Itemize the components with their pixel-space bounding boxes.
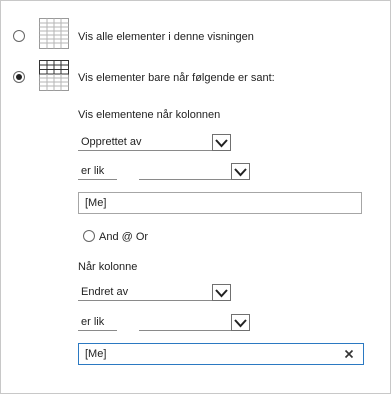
condition-2-operator-value: er lik [81,316,105,328]
show-all-radio[interactable] [13,30,25,42]
chevron-down-icon[interactable] [212,284,231,301]
condition-1-value-input[interactable]: [Me] [78,192,362,214]
and-or-radio[interactable] [83,230,95,242]
condition-2-heading: Når kolonne [78,261,138,273]
condition-1-value-text: [Me] [85,197,107,209]
condition-1-heading: Vis elementene når kolonnen [78,109,221,121]
condition-2-column-value: Endret av [81,286,129,298]
condition-2-value-input[interactable]: [Me] [78,343,364,365]
close-icon[interactable] [343,348,355,360]
select-underline [78,300,212,301]
chevron-down-icon[interactable] [212,134,231,151]
and-or-label[interactable]: And @ Or [99,231,148,243]
condition-1-column-select[interactable]: Opprettet av [78,134,231,151]
select-underline [139,330,232,331]
select-underline [78,150,212,151]
radio-selected-dot [16,74,22,80]
condition-1-operator-value: er lik [81,165,105,177]
show-filtered-radio[interactable] [13,71,25,83]
chevron-down-icon[interactable] [231,314,250,331]
show-filtered-label[interactable]: Vis elementer bare når følgende er sant: [78,72,275,84]
filter-panel: Vis alle elementer i denne visningen Vis… [0,0,391,394]
chevron-down-icon[interactable] [231,163,250,180]
select-underline [78,179,117,180]
condition-2-value-text: [Me] [85,348,107,360]
filtered-table-icon [39,60,69,94]
condition-1-operator-select[interactable]: er lik [78,163,250,180]
condition-2-operator-select[interactable]: er lik [78,314,250,331]
condition-2-column-select[interactable]: Endret av [78,284,231,301]
select-underline [139,179,232,180]
show-all-label[interactable]: Vis alle elementer i denne visningen [78,31,254,43]
condition-1-column-value: Opprettet av [81,136,142,148]
table-grid-icon [39,18,69,52]
select-underline [78,330,117,331]
